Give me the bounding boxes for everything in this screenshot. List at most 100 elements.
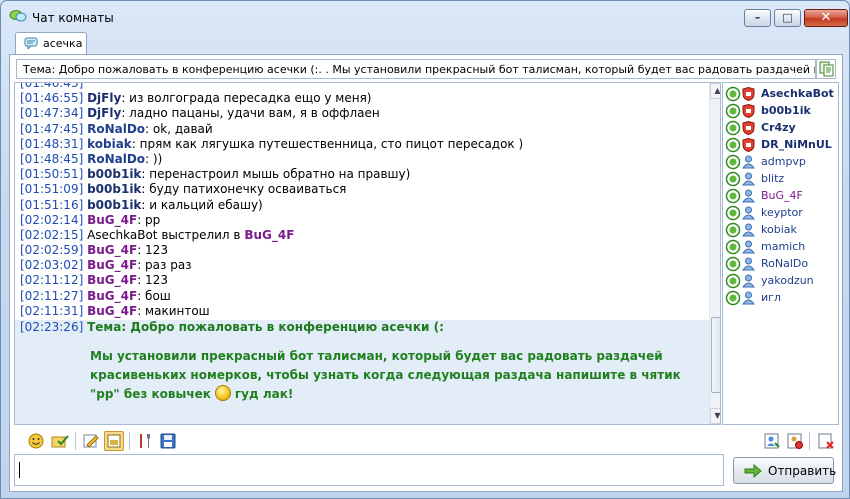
online-status-icon (725, 222, 741, 238)
smiley-icon (28, 433, 44, 449)
message-list: [01:46:43] [01:46:55] DjFly: из волгогра… (20, 82, 700, 334)
message-text: AsechkaBot выстрелил в (87, 227, 245, 242)
message-nick[interactable]: BuG_4F (87, 273, 137, 287)
message-line: [01:47:34] DjFly: ладно пацаны, удачи ва… (20, 106, 700, 121)
user-card-icon (764, 433, 780, 449)
user-list-item[interactable]: keyptor (725, 205, 837, 222)
scroll-down-arrow[interactable]: ▼ (710, 408, 720, 424)
arrow-right-icon (744, 464, 762, 478)
message-nick[interactable]: DjFly (87, 91, 121, 105)
ignore-button[interactable] (785, 431, 805, 451)
minimize-button[interactable]: – (744, 9, 771, 27)
message-time: [02:02:59] (20, 243, 84, 258)
send-button[interactable]: Отправить (733, 457, 837, 484)
history-toggle-button[interactable] (104, 431, 124, 451)
text-caret (19, 462, 20, 478)
message-input[interactable] (14, 454, 724, 486)
save-button[interactable] (158, 431, 178, 451)
scroll-up-arrow[interactable]: ▲ (710, 83, 720, 99)
message-nick[interactable]: DjFly (87, 106, 121, 120)
message-text: 123 (141, 243, 168, 258)
user-list-item[interactable]: yakodzun (725, 273, 837, 290)
user-list[interactable]: AsechkaBot b00b1ik Cr4zy DR_NiMnULadmpvp bli… (722, 82, 839, 425)
user-list-item[interactable]: b00b1ik (725, 103, 837, 120)
topic-body: Мы установили прекрасный бот талисман, к… (90, 347, 710, 404)
close-icon: ✕ (820, 10, 832, 25)
online-status-icon (725, 273, 741, 289)
message-line: [01:48:45] RoNalDo: )) (20, 152, 700, 167)
user-list-item[interactable]: DR_NiMnUL (725, 137, 837, 154)
user-icon (742, 155, 755, 169)
message-text: из волгограда пересадка ещо у меня) (125, 91, 372, 106)
chat-log[interactable]: [01:46:43] [01:46:55] DjFly: из волгогра… (14, 82, 721, 425)
message-nick[interactable]: b00b1ik (87, 198, 141, 212)
user-icon (742, 206, 755, 220)
message-target-nick[interactable]: BuG_4F (244, 228, 294, 242)
topic-message: [02:23:26] Тема: Добро пожаловать в конф… (15, 320, 715, 424)
message-nick[interactable]: BuG_4F (87, 258, 137, 272)
online-status-icon (725, 188, 741, 204)
user-block-icon (787, 433, 803, 449)
user-name: kobiak (761, 223, 797, 236)
toolbar-separator (809, 432, 810, 450)
user-list-item[interactable]: игл (725, 290, 837, 307)
user-name: DR_NiMnUL (761, 138, 832, 151)
leave-button[interactable] (816, 431, 836, 451)
message-text: и кальций ебашу) (145, 197, 263, 212)
online-status-icon (725, 256, 741, 272)
user-icon (742, 189, 755, 203)
user-list-item[interactable]: AsechkaBot (725, 86, 837, 103)
settings-button[interactable] (135, 431, 155, 451)
message-line: [01:46:55] DjFly: из волгограда пересадк… (20, 91, 700, 106)
close-button[interactable]: ✕ (804, 9, 848, 27)
user-list-item[interactable]: kobiak (725, 222, 837, 239)
user-name: mamich (761, 240, 806, 253)
message-text: 123 (141, 273, 168, 288)
chat-bubbles-icon (9, 10, 27, 22)
message-text: )) (149, 151, 163, 166)
user-name: admpvp (761, 155, 806, 168)
format-button[interactable] (81, 431, 101, 451)
chat-scrollbar[interactable]: ▲ ▼ (709, 83, 720, 424)
send-label: Отправить (768, 464, 837, 478)
message-time: [02:23:26] (20, 320, 84, 334)
message-time: [01:47:34] (20, 106, 84, 121)
user-list-item[interactable]: RoNalDo (725, 256, 837, 273)
quick-reply-button[interactable] (50, 431, 70, 451)
message-nick[interactable]: BuG_4F (87, 289, 137, 303)
message-nick[interactable]: BuG_4F (87, 213, 137, 227)
message-nick[interactable]: b00b1ik (87, 182, 141, 196)
smiley-button[interactable] (26, 431, 46, 451)
message-time: [02:02:15] (20, 227, 84, 242)
message-nick[interactable]: RoNalDo (87, 152, 145, 166)
message-time: [02:11:12] (20, 273, 84, 288)
user-list-item[interactable]: Cr4zy (725, 120, 837, 137)
topic-field[interactable]: Тема: Добро пожаловать в конференцию асе… (16, 59, 816, 79)
message-time: [01:46:43] (20, 82, 84, 90)
user-list-item[interactable]: BuG_4F (725, 188, 837, 205)
moderator-shield-icon (742, 87, 755, 101)
online-status-icon (725, 205, 741, 221)
message-time: [01:48:45] (20, 151, 84, 166)
tab-asechka[interactable]: асечка (15, 32, 87, 55)
message-line: [01:51:16] b00b1ik: и кальций ебашу) (20, 198, 700, 213)
message-nick[interactable]: RoNalDo (87, 122, 145, 136)
message-nick[interactable]: b00b1ik (87, 167, 141, 181)
message-line: [01:47:45] RoNalDo: ok, давай (20, 122, 700, 137)
user-name: Cr4zy (761, 121, 796, 134)
scroll-thumb[interactable] (711, 317, 720, 393)
chat-window: Чат комнаты – □ ✕ асечка Тема: Добро пож… (0, 0, 850, 499)
message-nick[interactable]: BuG_4F (87, 304, 137, 318)
user-list-item[interactable]: admpvp (725, 154, 837, 171)
user-list-item[interactable]: blitz (725, 171, 837, 188)
toolbar-separator (129, 432, 130, 450)
title-bar[interactable]: Чат комнаты – □ ✕ (1, 1, 849, 31)
message-nick[interactable]: kobiak (87, 137, 132, 151)
user-info-button[interactable] (762, 431, 782, 451)
message-text: прям как лягушка путешественница, сто пи… (135, 136, 524, 151)
maximize-button[interactable]: □ (774, 9, 801, 27)
message-nick[interactable]: BuG_4F (87, 243, 137, 257)
user-list-item[interactable]: mamich (725, 239, 837, 256)
folder-check-icon (51, 435, 69, 448)
copy-topic-button[interactable] (816, 59, 836, 79)
